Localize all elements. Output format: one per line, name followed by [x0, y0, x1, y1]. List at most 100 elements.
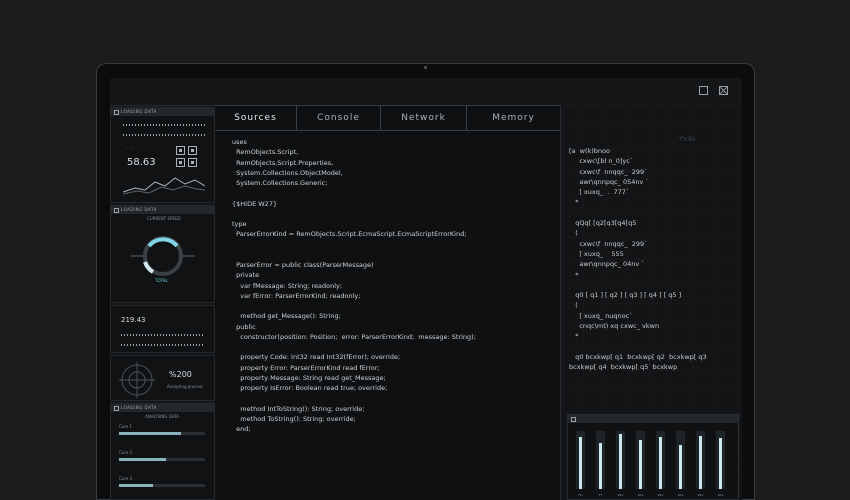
widget-value: 219.43 — [121, 316, 146, 324]
maximize-button[interactable] — [699, 86, 708, 95]
code-line: private — [232, 271, 260, 280]
core-progress — [119, 458, 205, 461]
equalizer-widget[interactable]: FQ TT 000 000 000 000 000 000 — [567, 414, 739, 500]
eq-bar[interactable] — [599, 443, 602, 489]
widget-radar[interactable]: %200 Analyzing process — [110, 355, 215, 401]
eq-bar[interactable] — [619, 434, 622, 489]
output-line: * — [569, 270, 579, 279]
widget-sub: ANALYSING DATA — [145, 414, 179, 419]
close-button[interactable] — [719, 86, 728, 95]
core-progress — [119, 432, 205, 435]
eq-bar[interactable] — [719, 438, 722, 489]
output-line: q0 [ q1 ] [ q2 ] [ q3 ] [ q4 ] [ q5 ] — [569, 291, 682, 300]
code-line: public — [232, 322, 256, 331]
qr-icon — [188, 146, 197, 155]
output-line: [ xuxq_ 555 — [569, 249, 624, 258]
widget-title: LOADING DATA — [111, 206, 214, 214]
widget-value: 58.63 — [127, 157, 156, 168]
code-line: System.Collections.ObjectModel, — [232, 168, 343, 177]
tab-network[interactable]: Network — [381, 106, 467, 130]
widget-value-3[interactable]: 219.43 — [110, 305, 215, 353]
encoded-output: [a w(k)bnoo cxwc\[bl n_0]yc` cxwc\f nnqq… — [569, 146, 707, 373]
qr-icon — [188, 158, 197, 167]
output-line: cxwc\f nnqqc_ 299` — [569, 167, 648, 176]
eq-bar[interactable] — [639, 440, 642, 489]
qr-icon — [176, 146, 185, 155]
code-line: method get_Message(): String; — [232, 312, 341, 321]
output-line: bcxkwp[ q4 bcxkwp[ q5 bcxkwp — [569, 363, 678, 372]
widget-loading-1[interactable]: LOADING DATA · · · 58.63 — [110, 107, 215, 203]
code-line: ParserError = public class(ParserMessage… — [232, 261, 374, 269]
code-editor-panel: Sources Console Network Memory uses RemO… — [215, 105, 560, 500]
gauge-readout: TOTAL — [155, 278, 168, 283]
code-line: method ToString(): String; override; — [232, 414, 356, 423]
output-line: cxwc\[bl n_0]yc` — [569, 157, 634, 166]
output-line: * — [569, 198, 579, 207]
eq-label: 000 — [637, 493, 644, 497]
dot-pattern — [123, 124, 205, 126]
widget-column: LOADING DATA · · · 58.63 LOADING DATA CU… — [110, 105, 215, 500]
window-titlebar — [110, 78, 742, 106]
code-line: {$HIDE W27} — [232, 199, 278, 208]
output-line: cxwc\f nnqqc_ 299` — [569, 239, 648, 248]
tab-console[interactable]: Console — [297, 106, 381, 130]
faint-label: Yx4k — [679, 135, 696, 143]
widget-sub: Analyzing process — [167, 384, 204, 389]
code-line: System.Collections.Generic; — [232, 179, 328, 187]
code-view[interactable]: uses RemObjects.Script, RemObjects.Scrip… — [232, 137, 476, 434]
eq-bar[interactable] — [579, 437, 582, 489]
eq-bar[interactable] — [679, 445, 682, 489]
dot-pattern — [121, 344, 203, 346]
tab-memory[interactable]: Memory — [467, 106, 560, 130]
output-line: ( — [569, 229, 578, 238]
qr-icon — [176, 158, 185, 167]
code-line: property IsError: Boolean read true; ove… — [232, 384, 388, 392]
widget-loading-5[interactable]: LOADING DATA ANALYSING DATA Core 1 Core … — [110, 403, 215, 500]
eq-label: 000 — [677, 493, 684, 497]
code-line: property Code: Int32 read Int32(fError);… — [232, 353, 401, 362]
code-line: constructor(position: Position; error: P… — [232, 332, 476, 341]
code-line: RemObjects.Script, — [232, 148, 299, 157]
speed-label: CURRENT SPEED — [147, 216, 181, 221]
tab-bar: Sources Console Network Memory — [215, 105, 560, 131]
output-line: qQq[ [q2[q3[q4[q5 — [569, 219, 637, 228]
code-line: var fMessage: String; readonly; — [232, 281, 343, 290]
code-line: uses — [232, 138, 247, 146]
code-line: var fError: ParserErrorKind; readonly; — [232, 291, 361, 300]
output-line: [a w(k)bnoo — [569, 147, 611, 155]
dot-pattern — [123, 134, 205, 136]
code-line: property Error: ParserErrorKind read fEr… — [232, 363, 380, 372]
widget-label: · · · — [127, 146, 134, 151]
eq-label: 000 — [717, 493, 724, 497]
widget-loading-2[interactable]: LOADING DATA CURRENT SPEED TOTAL — [110, 205, 215, 303]
core-label: Core 2 — [119, 450, 133, 455]
eq-label: 000 — [697, 493, 704, 497]
output-line: q0 bcxkwp[ q1 bcxkwp[ q2 bcxkwp[ q3 — [569, 352, 707, 361]
eq-label: 000 — [657, 493, 664, 497]
eq-label: TT — [598, 493, 603, 497]
output-line: [ xuxq_ . 777` — [569, 188, 630, 197]
tab-sources[interactable]: Sources — [215, 106, 297, 130]
radar-icon — [119, 362, 155, 398]
output-line: ( — [569, 301, 578, 310]
widget-title — [568, 415, 738, 423]
core-label: Core 1 — [119, 424, 133, 429]
eq-bar[interactable] — [699, 436, 702, 489]
output-line: awr\qnnpqc_ 04nv ` — [569, 260, 645, 269]
eq-label: 000 — [617, 493, 624, 497]
output-line: awr\qnnpqc_ 054nv ` — [569, 177, 649, 186]
core-progress — [119, 484, 205, 487]
output-line: cnqc\mt) xq cxwc_ vkwn — [569, 322, 660, 331]
code-line: type — [232, 220, 247, 228]
code-line: RemObjects.Script.Properties, — [232, 158, 334, 167]
eq-bar[interactable] — [659, 437, 662, 489]
